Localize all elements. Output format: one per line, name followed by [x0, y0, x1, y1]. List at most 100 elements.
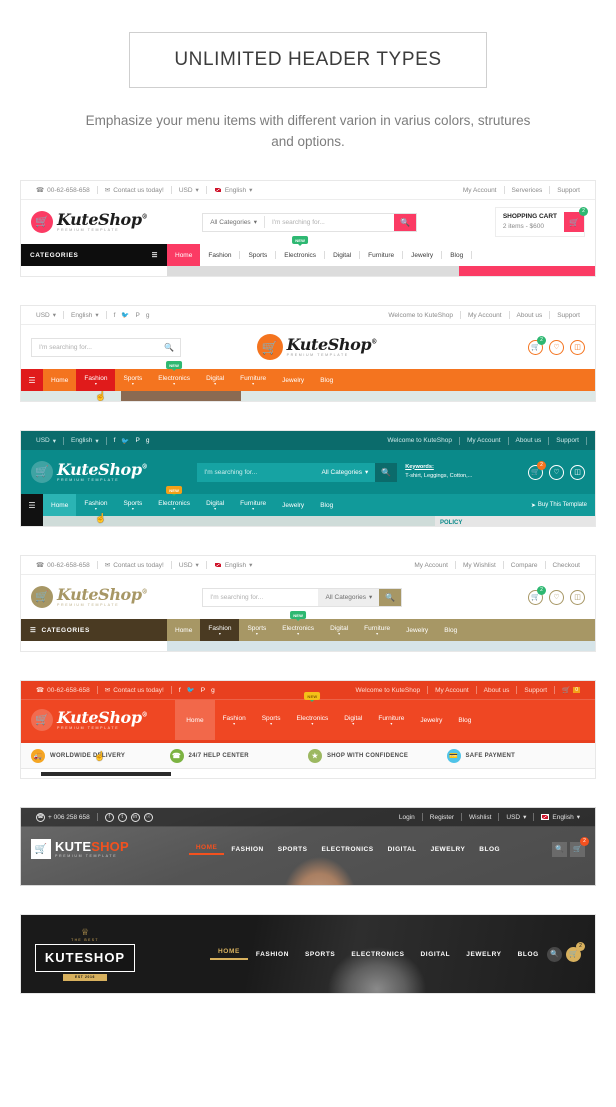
nav-item-blog[interactable]: Blog — [312, 369, 341, 391]
nav-item-sports[interactable]: Sports ▾ — [239, 619, 274, 641]
nav-item-jewelry[interactable]: Jewelry — [398, 619, 436, 641]
nav-item-sports[interactable]: Sports — [240, 244, 275, 266]
nav-item-blog[interactable]: BLOG — [472, 846, 507, 853]
shopping-cart-widget[interactable]: SHOPPING CART 2 items - $600 🛒 2 — [494, 207, 588, 237]
nav-item-electronics[interactable]: NEW Electronics — [276, 236, 324, 266]
nav-item-digital[interactable]: DIGITAL — [381, 846, 424, 853]
google-plus-icon[interactable]: g — [146, 312, 150, 319]
login-link[interactable]: Login — [392, 814, 422, 821]
nav-item-blog[interactable]: Blog — [436, 619, 465, 641]
buy-template-link[interactable]: ➤ Buy This Template — [523, 494, 595, 516]
twitter-icon[interactable]: t — [117, 812, 127, 822]
nav-item-electronics[interactable]: ELECTRONICS — [343, 951, 412, 958]
nav-item-fashion[interactable]: Fashion ▾ — [215, 700, 254, 740]
currency-select[interactable]: USD ▾ — [29, 311, 63, 320]
nav-item-home[interactable]: Home — [43, 494, 77, 516]
nav-item-furniture[interactable]: Furniture ▾ — [232, 494, 274, 516]
nav-item-home[interactable]: Home — [167, 244, 201, 266]
nav-item-electronics[interactable]: NEW Electronics ▾ — [150, 361, 198, 391]
nav-item-jewelry[interactable]: JEWELRY — [458, 951, 509, 958]
support-link[interactable]: Support — [549, 437, 586, 444]
google-plus-icon[interactable]: g — [146, 437, 150, 444]
facebook-icon[interactable]: f — [104, 812, 114, 822]
wishlist-button[interactable]: ♡ — [549, 464, 564, 480]
nav-item-home[interactable]: HOME — [188, 844, 225, 855]
checkout-link[interactable]: Checkout — [546, 562, 587, 569]
my-account-link[interactable]: My Account — [428, 687, 476, 694]
nav-item-home[interactable]: HOME — [210, 948, 248, 960]
nav-item-jewelry[interactable]: Jewelry — [274, 369, 312, 391]
nav-item-furniture[interactable]: Furniture ▾ — [370, 700, 412, 740]
pinterest-icon[interactable]: P — [136, 437, 140, 444]
twitter-icon[interactable]: 🐦 — [187, 686, 195, 694]
category-select[interactable]: All Categories ▾ — [318, 588, 380, 606]
categories-button[interactable]: CATEGORIES ☰ — [21, 244, 167, 266]
facebook-icon[interactable]: f — [114, 437, 116, 444]
nav-item-sports[interactable]: Sports ▾ — [115, 494, 150, 516]
my-account-link[interactable]: My Account — [460, 437, 508, 444]
logo[interactable]: 🛒 KuteShop® PREMIUM TEMPLATE — [31, 461, 148, 483]
wishlist-button[interactable]: ♡ — [549, 589, 564, 605]
twitter-icon[interactable]: 🐦 — [121, 311, 129, 319]
cart-button[interactable]: 🛒 2 — [528, 335, 546, 355]
keywords-value[interactable]: T-shirt, Leggings, Cotton,... — [405, 472, 472, 482]
cart-button[interactable]: 🛒 2 — [566, 941, 585, 962]
cart-button[interactable]: 🛒 0 — [555, 686, 587, 694]
phone-item[interactable]: ☎ + 006 258 658 — [29, 812, 97, 822]
nav-item-fashion[interactable]: Fashion — [200, 244, 239, 266]
compare-button[interactable]: ◫ — [570, 464, 585, 480]
nav-item-sports[interactable]: Sports ▾ — [115, 369, 150, 391]
linkedin-icon[interactable]: in — [130, 812, 140, 822]
pinterest-icon[interactable]: P — [136, 312, 140, 319]
logo[interactable]: 🛒 KuteShop® PREMIUM TEMPLATE — [256, 334, 377, 360]
twitter-icon[interactable]: 🐦 — [121, 437, 129, 445]
cart-button[interactable]: 🛒 2 — [528, 585, 546, 605]
my-account-link[interactable]: My Account — [461, 312, 509, 319]
nav-item-digital[interactable]: Digital — [325, 244, 359, 266]
nav-item-furniture[interactable]: Furniture — [360, 244, 402, 266]
search-button[interactable]: 🔍 — [547, 946, 562, 962]
wishlist-button[interactable]: ♡ — [549, 339, 564, 355]
nav-item-digital[interactable]: Digital ▾ — [322, 619, 356, 641]
logo[interactable]: 🛒 KuteShop® PREMIUM TEMPLATE — [31, 709, 148, 731]
facebook-icon[interactable]: f — [114, 312, 116, 319]
cart-button[interactable]: 🛒 2 — [564, 207, 588, 232]
language-select[interactable]: English ▾ — [64, 311, 106, 320]
nav-item-fashion[interactable]: FASHION — [248, 951, 297, 958]
language-select[interactable]: English ▾ — [207, 186, 260, 194]
nav-item-digital[interactable]: Digital ▾ — [198, 369, 232, 391]
compare-link[interactable]: Compare — [504, 562, 545, 569]
cart-button[interactable]: 🛒 2 — [528, 460, 546, 480]
compare-button[interactable]: ◫ — [570, 339, 585, 355]
nav-item-jewelry[interactable]: Jewelry — [412, 700, 450, 740]
search-input[interactable]: I'm searching for... — [203, 594, 318, 601]
pinterest-icon[interactable]: ☉ — [143, 812, 153, 822]
support-link[interactable]: Support — [517, 687, 554, 694]
pinterest-icon[interactable]: P — [201, 687, 205, 694]
my-account-link[interactable]: My Account — [407, 562, 455, 569]
nav-item-digital[interactable]: DIGITAL — [413, 951, 459, 958]
search-button[interactable]: 🔍 — [552, 841, 567, 857]
contact-item[interactable]: ✉ Contact us today! — [98, 561, 171, 570]
nav-item-fashion[interactable]: FASHION — [224, 846, 270, 853]
about-us-link[interactable]: About us — [510, 312, 550, 319]
search-button[interactable]: 🔍 — [375, 462, 398, 482]
contact-item[interactable]: ✉ Contact us today! — [98, 186, 171, 195]
currency-select[interactable]: USD ▾ — [29, 437, 63, 445]
nav-item-blog[interactable]: Blog — [312, 494, 341, 516]
logo[interactable]: 🛒 KuteShop® PREMIUM TEMPLATE — [31, 586, 148, 608]
menu-toggle-button[interactable]: ☰ — [21, 369, 43, 391]
phone-item[interactable]: ☎ 00-62-658-658 — [29, 186, 97, 195]
google-plus-icon[interactable]: g — [211, 687, 215, 694]
nav-item-electronics[interactable]: NEW Electronics ▾ — [274, 611, 322, 641]
about-us-link[interactable]: About us — [509, 437, 549, 444]
search-input[interactable]: I'm searching for... — [265, 219, 394, 226]
currency-select[interactable]: USD ▾ — [499, 813, 533, 822]
phone-item[interactable]: ☎ 00-62-658-658 — [29, 561, 97, 570]
nav-item-fashion[interactable]: Fashion ▾ — [76, 369, 116, 391]
compare-button[interactable]: ◫ — [570, 589, 585, 605]
logo[interactable]: ♕ THE BEST KUTESHOP EST 2016 — [35, 927, 135, 981]
nav-item-home[interactable]: Home — [43, 369, 76, 391]
wishlist-link[interactable]: Wishlist — [462, 814, 498, 821]
nav-item-jewelry[interactable]: JEWELRY — [424, 846, 473, 853]
